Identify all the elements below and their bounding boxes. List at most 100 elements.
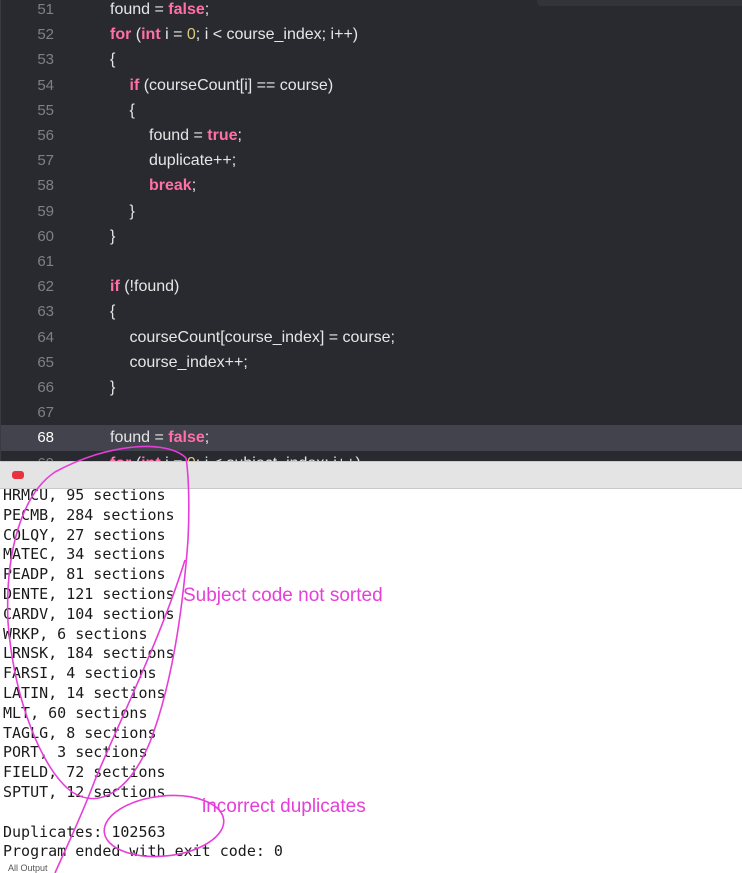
code-line[interactable]: 68 found = false; [1, 425, 742, 451]
line-number[interactable]: 62 [1, 274, 54, 299]
code-line[interactable]: 67 [1, 400, 742, 425]
code-text: duplicate++; [149, 148, 236, 173]
console-line: MATEC, 34 sections [3, 545, 166, 564]
line-number[interactable]: 64 [1, 325, 54, 350]
line-number[interactable]: 55 [1, 98, 54, 123]
code-line[interactable]: 59} [1, 199, 742, 224]
code-line[interactable]: 51 found = false; [1, 0, 742, 22]
code-text: } [110, 375, 115, 400]
code-token: ; [204, 1, 210, 18]
code-token: course_index++; [129, 353, 248, 371]
output-filter-tab[interactable]: All Output [8, 863, 48, 873]
line-number[interactable]: 53 [1, 47, 54, 72]
keyword-token: for [110, 26, 132, 44]
code-text: } [110, 224, 115, 249]
code-line[interactable]: 66} [1, 375, 742, 400]
line-number[interactable]: 68 [1, 425, 54, 450]
line-number[interactable]: 67 [1, 400, 54, 425]
keyword-token: false [168, 429, 205, 447]
line-number[interactable]: 59 [1, 199, 54, 224]
code-token: } [129, 202, 135, 220]
code-line[interactable]: 52 for (int i = 0; i < course_index; i++) [1, 22, 742, 47]
code-text: { [110, 47, 115, 72]
breakpoints-toggle-icon[interactable] [12, 471, 24, 479]
line-number[interactable]: 61 [1, 249, 54, 274]
console-line: SPTUT, 12 sections [3, 783, 166, 801]
code-text: for (int i = 0; i < course_index; i++) [110, 22, 358, 47]
code-token: duplicate++; [149, 152, 237, 170]
code-token: courseCount[course_index] = course; [129, 328, 395, 346]
console-line: Program ended with exit code: 0 [3, 842, 283, 861]
code-editor[interactable]: 51 found = false; 52 for (int i = 0; i < co… [0, 0, 742, 461]
code-line[interactable]: 65 course_index++; [1, 350, 742, 375]
code-text: found = true; [149, 123, 242, 148]
console-output[interactable]: HRMCU, 95 sections PECMB, 284 sections COL… [0, 489, 742, 873]
code-text: { [110, 299, 115, 324]
console-line: WRKP, 6 sections [3, 624, 148, 643]
code-text: found = false; [110, 0, 209, 22]
code-line[interactable]: 63 { [1, 299, 742, 324]
code-token: { [110, 303, 116, 321]
code-line[interactable]: 53 { [1, 47, 742, 72]
code-text: course_index++; [130, 350, 248, 375]
keyword-token: false [168, 1, 205, 18]
code-line[interactable]: 60} [1, 224, 742, 249]
code-token: found = [149, 127, 208, 144]
keyword-token: if [110, 278, 120, 296]
code-text: courseCount[course_index] = course; [130, 325, 395, 350]
keyword-token: if [129, 76, 140, 94]
line-number[interactable]: 56 [1, 123, 54, 148]
code-token: } [110, 227, 116, 245]
console-line: DENTE, 121 sections [3, 585, 175, 603]
code-line[interactable]: 57 duplicate++; [1, 148, 742, 173]
line-number[interactable]: 51 [1, 0, 54, 22]
line-number[interactable]: 58 [1, 173, 54, 198]
code-line[interactable]: 54 if (courseCount[i] == course) [1, 73, 742, 98]
code-line[interactable]: 69 for (int i = 0; i < subject_index; i++… [1, 451, 742, 461]
keyword-token: int [141, 26, 161, 44]
line-number[interactable]: 54 [1, 73, 54, 98]
code-line[interactable]: 56 found = true; [1, 123, 742, 148]
code-line[interactable]: 55 { [1, 98, 742, 123]
code-text: if (!found) [110, 274, 179, 299]
code-token: ( [131, 26, 142, 44]
code-text: } [130, 199, 135, 224]
code-token: ; [204, 429, 210, 447]
console-line: FARSI, 4 sections [3, 664, 157, 683]
debug-bar [0, 461, 742, 489]
code-token: { [110, 51, 116, 69]
code-line[interactable]: 62 if (!found) [1, 274, 742, 299]
console-line: PORT, 3 sections [3, 743, 148, 762]
code-line[interactable]: 64 courseCount[course_index] = course; [1, 325, 742, 350]
console-line: HRMCU, 95 sections [3, 489, 166, 504]
line-number[interactable]: 65 [1, 350, 54, 375]
console-line: CARDV, 104 sections [3, 604, 175, 623]
code-token: i = [160, 26, 187, 44]
number-token: 0 [186, 26, 196, 44]
console-line: COLQY, 27 sections [3, 525, 166, 544]
keyword-token: break [149, 177, 192, 195]
code-token: ; [191, 177, 197, 195]
code-text: if (courseCount[i] == course) [130, 73, 334, 98]
console-line: PECMB, 284 sections [3, 505, 175, 524]
code-text: for (int i = 0; i < subject_index; i++) [110, 451, 361, 461]
line-number[interactable]: 63 [1, 299, 54, 324]
keyword-token: true [207, 127, 238, 144]
console-line: FIELD, 72 sections [3, 763, 166, 782]
line-number[interactable]: 69 [1, 451, 54, 461]
code-token: ; i < course_index; i++) [195, 26, 359, 44]
code-token: { [129, 101, 135, 119]
line-number[interactable]: 57 [1, 148, 54, 173]
code-text: { [130, 98, 135, 123]
line-number[interactable]: 66 [1, 375, 54, 400]
code-token: } [110, 379, 116, 396]
code-text: found = false; [110, 425, 209, 450]
line-number[interactable]: 52 [1, 22, 54, 47]
code-text: break; [149, 173, 196, 198]
line-number[interactable]: 60 [1, 224, 54, 249]
code-line[interactable]: 58 break; [1, 173, 742, 198]
console-line: LRNSK, 184 sections [3, 644, 175, 663]
code-line[interactable]: 61 [1, 249, 742, 274]
console-line: PEADP, 81 sections [3, 565, 166, 584]
code-token: found = [110, 429, 169, 447]
